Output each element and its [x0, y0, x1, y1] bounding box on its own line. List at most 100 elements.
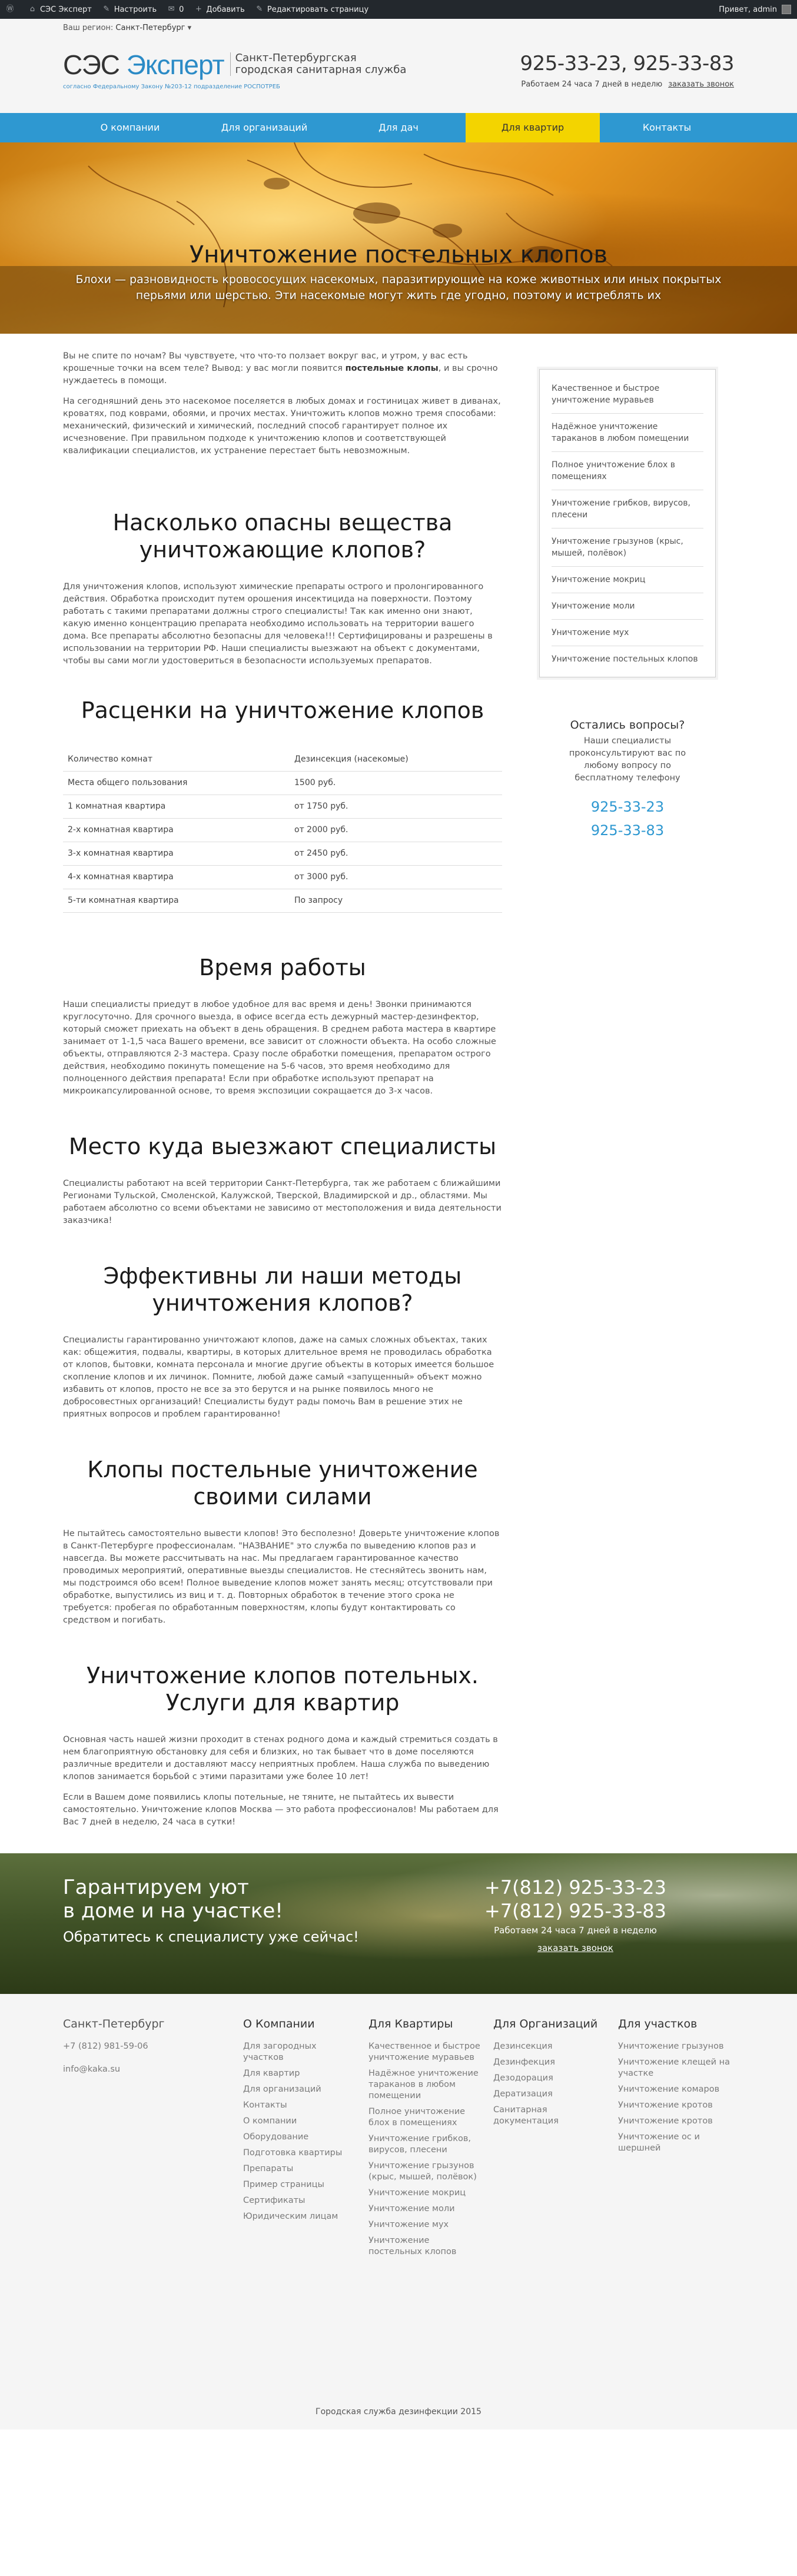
- admin-customize-link[interactable]: ✎ Настроить: [102, 5, 157, 14]
- price-table-header: Количество комнат Дезинсекция (насекомые): [63, 747, 502, 772]
- footer-link[interactable]: Контакты: [243, 2100, 355, 2111]
- footer-link[interactable]: Дезодорация: [493, 2073, 605, 2084]
- cta-phone-2[interactable]: +7(812) 925-33-83: [484, 1899, 666, 1923]
- hero-background-image: [0, 142, 797, 334]
- footer-col-organizations: Для Организаций Дезинсекция Дезинфекция Дез…: [493, 2017, 605, 2132]
- sidebar-phone-1[interactable]: 925-33-23: [539, 795, 716, 819]
- cta-phone-1[interactable]: +7(812) 925-33-23: [484, 1876, 666, 1899]
- price-table-cell: Дезинсекция (насекомые): [290, 747, 502, 772]
- sidebar-service-link[interactable]: Надёжное уничтожение тараканов в любом п…: [552, 414, 703, 452]
- intro-paragraph-1: Вы не спите по ночам? Вы чувствуете, что…: [63, 351, 498, 385]
- order-call-link[interactable]: заказать звонок: [668, 80, 734, 89]
- footer-link[interactable]: Качественное и быстрое уничтожение мурав…: [368, 2041, 480, 2063]
- price-table-row: 1 комнатная квартира от 1750 руб.: [63, 795, 502, 819]
- price-table-cell: По запросу: [290, 889, 502, 913]
- footer-contacts: Санкт-Петербург +7 (812) 981-59-06 info@…: [63, 2017, 165, 2087]
- nav-item[interactable]: Для дач: [331, 113, 466, 142]
- paragraph-self-treatment: Не пытайтесь самостоятельно вывести клоп…: [63, 1528, 500, 1625]
- price-table-row: 5-ти комнатная квартира По запросу: [63, 889, 502, 913]
- price-table-cell: от 3000 руб.: [290, 865, 502, 889]
- cta-order-call-link[interactable]: заказать звонок: [537, 1943, 613, 1953]
- footer-link[interactable]: Надёжное уничтожение тараканов в любом п…: [368, 2068, 480, 2102]
- footer-link[interactable]: Пример страницы: [243, 2179, 355, 2191]
- admin-edit-page-link[interactable]: ✎ Редактировать страницу: [255, 5, 368, 14]
- footer-link[interactable]: Уничтожение моли: [368, 2203, 480, 2215]
- heading-work-time: Время работы: [199, 954, 366, 980]
- footer-link[interactable]: Санитарная документация: [493, 2105, 605, 2127]
- sidebar-service-link[interactable]: Уничтожение моли: [552, 593, 703, 620]
- pencil-icon: ✎: [256, 5, 263, 14]
- footer-link[interactable]: О компании: [243, 2116, 355, 2127]
- footer-link[interactable]: Уничтожение мух: [368, 2219, 480, 2231]
- footer-link[interactable]: Сертификаты: [243, 2195, 355, 2206]
- footer-link[interactable]: Уничтожение комаров: [618, 2084, 730, 2095]
- footer-link[interactable]: Уничтожение клещей на участке: [618, 2057, 730, 2079]
- footer-link[interactable]: Дезинсекция: [493, 2041, 605, 2052]
- heading-effective: Эффективны ли наши методы уничтожения кл…: [103, 1262, 462, 1316]
- admin-site-link[interactable]: ⌂ СЭС Эксперт: [28, 5, 92, 14]
- footer-link[interactable]: Подготовка квартиры: [243, 2148, 355, 2159]
- price-table: Количество комнат Дезинсекция (насекомые)…: [63, 747, 502, 913]
- footer-link[interactable]: Для загородных участков: [243, 2041, 355, 2063]
- site-logo[interactable]: СЭС Эксперт Санкт-Петербургская городска…: [63, 51, 406, 78]
- nav-item[interactable]: Контакты: [600, 113, 734, 142]
- region-selector[interactable]: Ваш регион: Санкт-Петербург ▾: [63, 24, 191, 32]
- admin-account[interactable]: Привет, admin: [719, 5, 791, 14]
- footer-link[interactable]: Для квартир: [243, 2068, 355, 2079]
- footer-phone[interactable]: +7 (812) 981-59-06: [63, 2041, 165, 2052]
- price-table-cell: 5-ти комнатная квартира: [63, 889, 290, 913]
- footer-link[interactable]: Препараты: [243, 2163, 355, 2175]
- questions-box: Остались вопросы? Наши специалисты проко…: [539, 719, 716, 842]
- footer-link[interactable]: Уничтожение постельных клопов: [368, 2235, 480, 2258]
- sidebar-service-link[interactable]: Уничтожение грибков, вирусов, плесени: [552, 490, 703, 529]
- footer-col-plots: Для участков Уничтожение грызунов Уничтоже…: [618, 2017, 730, 2159]
- sidebar-service-link[interactable]: Уничтожение мокриц: [552, 567, 703, 593]
- footer-link[interactable]: Уничтожение грибков, вирусов, плесени: [368, 2133, 480, 2156]
- paragraph-services-1: Основная часть нашей жизни проходит в ст…: [63, 1734, 498, 1781]
- footer-link[interactable]: Уничтожение кротов: [618, 2116, 730, 2127]
- footer-link[interactable]: Полное уничтожение блох в помещениях: [368, 2106, 480, 2129]
- paragraph-effective: Специалисты гарантированно уничтожают кл…: [63, 1335, 494, 1419]
- heading-locations: Место куда выезжают специалисты: [68, 1133, 497, 1159]
- sidebar-phone-2[interactable]: 925-33-83: [539, 819, 716, 842]
- hero-banner: Уничтожение постельных клопов Блохи — ра…: [0, 142, 797, 334]
- content-area: Вы не спите по ночам? Вы чувствуете, что…: [0, 334, 797, 1829]
- heading-danger: Насколько опасны вещества уничтожающие к…: [112, 510, 453, 563]
- questions-text: Наши специалисты проконсультируют вас по…: [569, 736, 686, 783]
- footer-link[interactable]: Дератизация: [493, 2089, 605, 2100]
- paragraph-danger: Для уничтожения клопов, используют химич…: [63, 582, 493, 666]
- admin-add-link[interactable]: + Добавить: [194, 5, 245, 14]
- nav-item[interactable]: Для организаций: [197, 113, 331, 142]
- price-table-row: Места общего пользования 1500 руб.: [63, 771, 502, 795]
- services-menu: Качественное и быстрое уничтожение мурав…: [539, 369, 716, 677]
- sidebar-service-link[interactable]: Уничтожение грызунов (крыс, мышей, полёв…: [552, 529, 703, 567]
- chevron-down-icon: ▾: [185, 24, 192, 32]
- footer-column-title: Для Квартиры: [368, 2017, 453, 2030]
- nav-item[interactable]: Для квартир: [466, 113, 600, 142]
- sidebar-service-link[interactable]: Уничтожение постельных клопов: [552, 646, 703, 672]
- footer-link[interactable]: Дезинфекция: [493, 2057, 605, 2068]
- sidebar-service-link[interactable]: Уничтожение мух: [552, 620, 703, 646]
- footer-email[interactable]: info@kaka.su: [63, 2064, 165, 2075]
- wordpress-menu[interactable]: Ⓦ: [6, 5, 18, 14]
- footer-link[interactable]: Уничтожение мокриц: [368, 2188, 480, 2199]
- footer-link[interactable]: Уничтожение ос и шершней: [618, 2132, 730, 2154]
- sidebar-service-link[interactable]: Полное уничтожение блох в помещениях: [552, 452, 703, 490]
- sidebar-service-link[interactable]: Качественное и быстрое уничтожение мурав…: [552, 375, 703, 414]
- cta-subtitle: Обратитесь к специалисту уже сейчас!: [63, 1928, 359, 1945]
- footer-link[interactable]: Оборудование: [243, 2132, 355, 2143]
- footer-link[interactable]: Юридическим лицам: [243, 2211, 355, 2222]
- hero-text: Блохи — разновидность кровососущих насек…: [75, 273, 722, 302]
- price-table-cell: от 2000 руб.: [290, 818, 502, 842]
- footer-link[interactable]: Уничтожение грызунов (крыс, мышей, полёв…: [368, 2160, 480, 2183]
- site-header: Ваш регион: Санкт-Петербург ▾ СЭС Экспер…: [0, 19, 797, 113]
- footer-link[interactable]: Уничтожение грызунов: [618, 2041, 730, 2052]
- site-footer: Санкт-Петербург +7 (812) 981-59-06 info@…: [0, 1993, 797, 2429]
- questions-title: Остались вопросы?: [570, 719, 685, 732]
- footer-link[interactable]: Для организаций: [243, 2084, 355, 2095]
- price-table-cell: 1 комнатная квартира: [63, 795, 290, 819]
- main-nav: О компании Для организаций Для дач Для квар…: [0, 113, 797, 142]
- footer-link[interactable]: Уничтожение кротов: [618, 2100, 730, 2111]
- admin-comments-link[interactable]: ✉ 0: [167, 5, 184, 14]
- nav-item[interactable]: О компании: [63, 113, 197, 142]
